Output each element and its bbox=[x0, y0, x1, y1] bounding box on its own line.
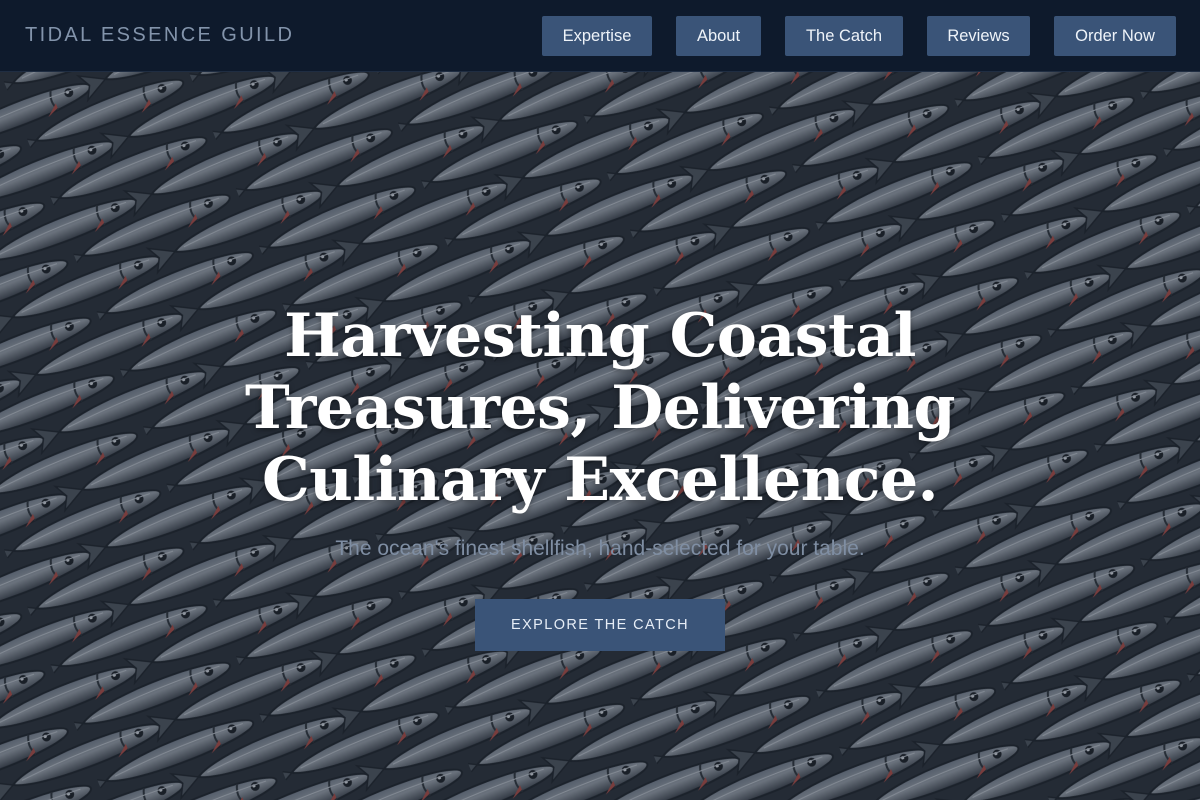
page: TIDAL ESSENCE GUILD Expertise About The … bbox=[0, 0, 1200, 800]
hero-subtitle: The ocean's finest shellfish, hand-selec… bbox=[335, 537, 865, 560]
nav-expertise[interactable]: Expertise bbox=[542, 16, 652, 56]
hero-title-line: Treasures, Delivering bbox=[245, 373, 956, 443]
hero-title: Harvesting Coastal Treasures, Delivering… bbox=[150, 300, 1050, 516]
hero-title-line: Harvesting Coastal bbox=[284, 301, 916, 371]
nav-about[interactable]: About bbox=[676, 16, 761, 56]
hero-section: Harvesting Coastal Treasures, Delivering… bbox=[0, 72, 1200, 800]
hero-title-line: Culinary Excellence. bbox=[261, 445, 939, 515]
nav-the-catch[interactable]: The Catch bbox=[785, 16, 903, 56]
brand-logo[interactable]: TIDAL ESSENCE GUILD bbox=[25, 24, 294, 47]
nav-reviews[interactable]: Reviews bbox=[927, 16, 1030, 56]
explore-catch-button[interactable]: EXPLORE THE CATCH bbox=[475, 599, 725, 651]
navbar: TIDAL ESSENCE GUILD Expertise About The … bbox=[0, 0, 1200, 72]
nav-order-now-button[interactable]: Order Now bbox=[1054, 16, 1176, 56]
